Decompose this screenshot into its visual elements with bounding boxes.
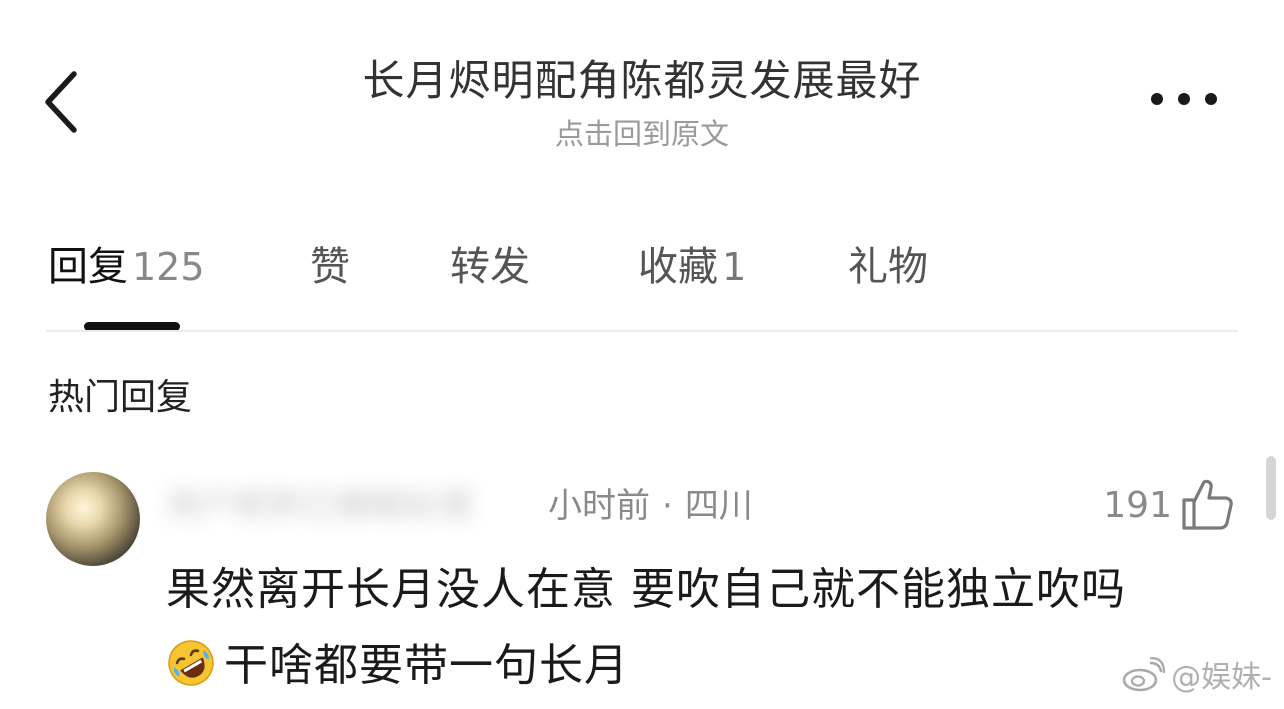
watermark: @娱妹- [1121, 657, 1272, 697]
page-title: 长月烬明配角陈都灵发展最好 [362, 56, 922, 105]
scrollbar-thumb[interactable] [1266, 456, 1276, 520]
back-to-original-link[interactable]: 点击回到原文 [0, 114, 1284, 154]
weibo-comment-page: 长月烬明配角陈都灵发展最好 点击回到原文 回复125 赞 转发 收藏1 礼物 [0, 0, 1284, 709]
watermark-text: @娱妹- [1171, 660, 1272, 695]
comment-meta: 小时前 · 四川 [548, 484, 753, 528]
tab-label: 礼物 [848, 244, 928, 290]
tab-count: 1 [722, 245, 747, 289]
tab-likes[interactable]: 赞 [310, 236, 350, 298]
avatar[interactable] [46, 472, 140, 566]
comment-text-line: 干啥都要带一句长月 [224, 640, 629, 691]
tab-count: 125 [132, 245, 205, 289]
tab-gifts[interactable]: 礼物 [848, 236, 928, 298]
comment-text-line-with-emoji: 干啥都要带一句长月 [166, 628, 1236, 704]
like-button[interactable] [1180, 476, 1234, 532]
comment-text-line: 果然离开长月没人在意 要吹自己就不能独立吹吗 [166, 564, 1126, 615]
meta-separator: · [662, 486, 673, 526]
tab-replies[interactable]: 回复 125 [48, 236, 205, 298]
weibo-logo-icon [1121, 657, 1166, 693]
comment-text: 果然离开长月没人在意 要吹自己就不能独立吹吗 干啥都要带一句长月 [166, 552, 1236, 704]
thumbs-up-icon [1180, 476, 1234, 532]
tab-bar: 回复 125 赞 转发 收藏 1 礼物 [0, 236, 1284, 298]
tab-label: 回复 [48, 244, 128, 290]
rolling-on-floor-laughing-icon [166, 638, 216, 688]
tab-label: 转发 [450, 244, 530, 290]
like-count: 191 [1103, 485, 1172, 526]
section-title-hot-replies: 热门回复 [48, 377, 193, 418]
more-button[interactable] [1146, 84, 1222, 114]
comment-location: 四川 [684, 486, 753, 526]
tab-reposts[interactable]: 转发 [450, 236, 530, 298]
comment-time: 小时前 [548, 486, 650, 526]
tab-label: 赞 [310, 244, 350, 290]
more-horizontal-icon [1146, 84, 1222, 114]
tab-label: 收藏 [638, 244, 718, 290]
tabs-divider [46, 330, 1238, 332]
tab-favorites[interactable]: 收藏 1 [638, 236, 746, 298]
